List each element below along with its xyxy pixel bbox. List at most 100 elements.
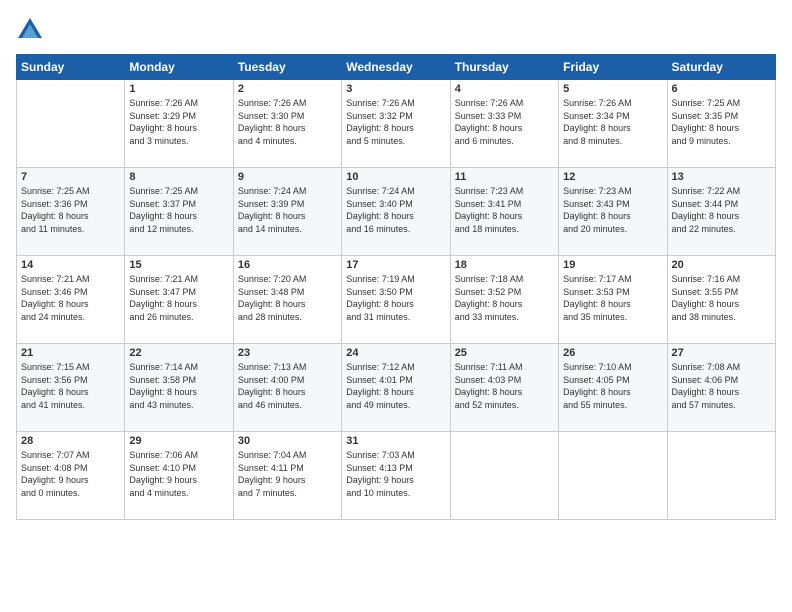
daylight-cont: and 57 minutes.	[672, 399, 771, 412]
daylight-cont: and 18 minutes.	[455, 223, 554, 236]
day-info: Sunrise: 7:06 AMSunset: 4:10 PMDaylight:…	[129, 449, 228, 499]
sunset: Sunset: 3:37 PM	[129, 198, 228, 211]
sunset: Sunset: 3:50 PM	[346, 286, 445, 299]
day-number: 25	[455, 347, 554, 359]
logo-icon	[16, 16, 44, 44]
daylight: Daylight: 9 hours	[129, 474, 228, 487]
sunset: Sunset: 3:52 PM	[455, 286, 554, 299]
sunrise: Sunrise: 7:26 AM	[346, 97, 445, 110]
sunrise: Sunrise: 7:26 AM	[129, 97, 228, 110]
day-info: Sunrise: 7:24 AMSunset: 3:40 PMDaylight:…	[346, 185, 445, 235]
sunset: Sunset: 4:03 PM	[455, 374, 554, 387]
calendar-cell	[450, 432, 558, 520]
sunrise: Sunrise: 7:18 AM	[455, 273, 554, 286]
day-number: 10	[346, 171, 445, 183]
day-number: 18	[455, 259, 554, 271]
daylight-cont: and 4 minutes.	[238, 135, 337, 148]
calendar-cell: 23Sunrise: 7:13 AMSunset: 4:00 PMDayligh…	[233, 344, 341, 432]
day-info: Sunrise: 7:21 AMSunset: 3:47 PMDaylight:…	[129, 273, 228, 323]
calendar-cell: 24Sunrise: 7:12 AMSunset: 4:01 PMDayligh…	[342, 344, 450, 432]
calendar-cell: 11Sunrise: 7:23 AMSunset: 3:41 PMDayligh…	[450, 168, 558, 256]
day-info: Sunrise: 7:26 AMSunset: 3:34 PMDaylight:…	[563, 97, 662, 147]
day-info: Sunrise: 7:23 AMSunset: 3:43 PMDaylight:…	[563, 185, 662, 235]
daylight: Daylight: 8 hours	[455, 122, 554, 135]
day-info: Sunrise: 7:25 AMSunset: 3:36 PMDaylight:…	[21, 185, 120, 235]
daylight-cont: and 3 minutes.	[129, 135, 228, 148]
sunset: Sunset: 4:06 PM	[672, 374, 771, 387]
daylight-cont: and 12 minutes.	[129, 223, 228, 236]
day-number: 7	[21, 171, 120, 183]
sunrise: Sunrise: 7:26 AM	[563, 97, 662, 110]
daylight-cont: and 28 minutes.	[238, 311, 337, 324]
sunset: Sunset: 4:13 PM	[346, 462, 445, 475]
day-info: Sunrise: 7:25 AMSunset: 3:37 PMDaylight:…	[129, 185, 228, 235]
daylight-cont: and 33 minutes.	[455, 311, 554, 324]
daylight: Daylight: 8 hours	[672, 298, 771, 311]
sunset: Sunset: 3:29 PM	[129, 110, 228, 123]
sunrise: Sunrise: 7:03 AM	[346, 449, 445, 462]
sunrise: Sunrise: 7:23 AM	[455, 185, 554, 198]
calendar-cell: 4Sunrise: 7:26 AMSunset: 3:33 PMDaylight…	[450, 80, 558, 168]
daylight-cont: and 10 minutes.	[346, 487, 445, 500]
sunrise: Sunrise: 7:26 AM	[238, 97, 337, 110]
sunrise: Sunrise: 7:12 AM	[346, 361, 445, 374]
daylight-cont: and 41 minutes.	[21, 399, 120, 412]
calendar: SundayMondayTuesdayWednesdayThursdayFrid…	[16, 54, 776, 520]
day-info: Sunrise: 7:26 AMSunset: 3:29 PMDaylight:…	[129, 97, 228, 147]
sunrise: Sunrise: 7:13 AM	[238, 361, 337, 374]
sunrise: Sunrise: 7:10 AM	[563, 361, 662, 374]
calendar-cell: 30Sunrise: 7:04 AMSunset: 4:11 PMDayligh…	[233, 432, 341, 520]
daylight: Daylight: 8 hours	[129, 386, 228, 399]
sunrise: Sunrise: 7:08 AM	[672, 361, 771, 374]
day-number: 27	[672, 347, 771, 359]
calendar-cell: 19 Sunrise: 7:17 AMSunset: 3:53 PMDayligh…	[559, 256, 667, 344]
day-info: Sunrise: 7:10 AMSunset: 4:05 PMDaylight:…	[563, 361, 662, 411]
calendar-cell: 5Sunrise: 7:26 AMSunset: 3:34 PMDaylight…	[559, 80, 667, 168]
day-info: Sunrise: 7:26 AMSunset: 3:33 PMDaylight:…	[455, 97, 554, 147]
sunrise: Sunrise: 7:25 AM	[129, 185, 228, 198]
daylight: Daylight: 8 hours	[455, 386, 554, 399]
calendar-cell: 13 Sunrise: 7:22 AMSunset: 3:44 PMDayligh…	[667, 168, 775, 256]
sunrise: Sunrise: 7:04 AM	[238, 449, 337, 462]
daylight: Daylight: 8 hours	[346, 386, 445, 399]
daylight: Daylight: 8 hours	[21, 298, 120, 311]
day-number: 19	[563, 259, 662, 271]
daylight-cont: and 52 minutes.	[455, 399, 554, 412]
day-number: 13	[672, 171, 771, 183]
daylight-cont: and 5 minutes.	[346, 135, 445, 148]
daylight-cont: and 46 minutes.	[238, 399, 337, 412]
daylight-cont: and 8 minutes.	[563, 135, 662, 148]
calendar-cell	[559, 432, 667, 520]
sunrise: Sunrise: 7:17 AM	[563, 273, 662, 286]
sunset: Sunset: 4:01 PM	[346, 374, 445, 387]
day-info: Sunrise: 7:21 AMSunset: 3:46 PMDaylight:…	[21, 273, 120, 323]
daylight: Daylight: 8 hours	[672, 210, 771, 223]
sunset: Sunset: 3:40 PM	[346, 198, 445, 211]
day-info: Sunrise: 7:17 AMSunset: 3:53 PMDaylight:…	[563, 273, 662, 323]
day-info: Sunrise: 7:25 AMSunset: 3:35 PMDaylight:…	[672, 97, 771, 147]
daylight-cont: and 38 minutes.	[672, 311, 771, 324]
sunrise: Sunrise: 7:14 AM	[129, 361, 228, 374]
sunset: Sunset: 4:10 PM	[129, 462, 228, 475]
daylight: Daylight: 8 hours	[238, 210, 337, 223]
sunrise: Sunrise: 7:23 AM	[563, 185, 662, 198]
daylight-cont: and 55 minutes.	[563, 399, 662, 412]
calendar-cell: 27 Sunrise: 7:08 AMSunset: 4:06 PMDayligh…	[667, 344, 775, 432]
day-info: Sunrise: 7:08 AMSunset: 4:06 PMDaylight:…	[672, 361, 771, 411]
calendar-cell: 3Sunrise: 7:26 AMSunset: 3:32 PMDaylight…	[342, 80, 450, 168]
day-info: Sunrise: 7:22 AMSunset: 3:44 PMDaylight:…	[672, 185, 771, 235]
daylight: Daylight: 8 hours	[346, 298, 445, 311]
daylight: Daylight: 9 hours	[238, 474, 337, 487]
sunrise: Sunrise: 7:06 AM	[129, 449, 228, 462]
daylight: Daylight: 8 hours	[21, 386, 120, 399]
sunrise: Sunrise: 7:24 AM	[346, 185, 445, 198]
sunset: Sunset: 3:32 PM	[346, 110, 445, 123]
day-info: Sunrise: 7:04 AMSunset: 4:11 PMDaylight:…	[238, 449, 337, 499]
calendar-cell: 28Sunrise: 7:07 AMSunset: 4:08 PMDayligh…	[17, 432, 125, 520]
calendar-cell: 6Sunrise: 7:25 AMSunset: 3:35 PMDaylight…	[667, 80, 775, 168]
daylight-cont: and 26 minutes.	[129, 311, 228, 324]
calendar-cell: 8Sunrise: 7:25 AMSunset: 3:37 PMDaylight…	[125, 168, 233, 256]
daylight-cont: and 11 minutes.	[21, 223, 120, 236]
daylight-cont: and 6 minutes.	[455, 135, 554, 148]
daylight: Daylight: 8 hours	[129, 122, 228, 135]
